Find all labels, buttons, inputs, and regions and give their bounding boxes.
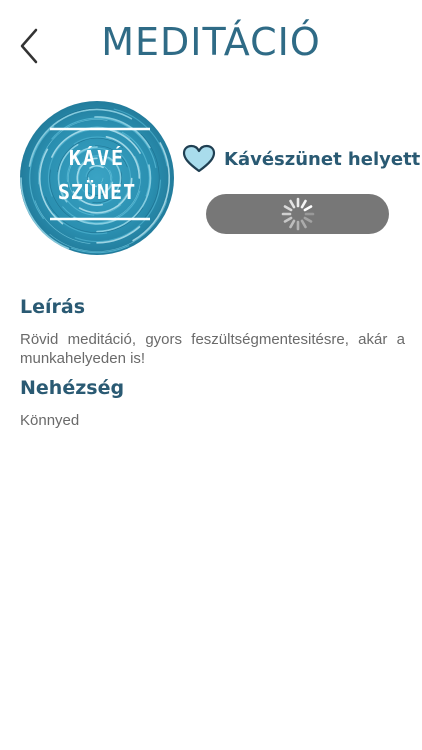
page-title: MEDITÁCIÓ (101, 20, 321, 64)
track-title: Kávészünet helyett (224, 148, 421, 170)
cover-text-line1: KÁVÉ (69, 146, 125, 170)
play-button[interactable] (206, 194, 389, 234)
difficulty-heading: Nehézség (20, 377, 125, 399)
heart-outline-icon[interactable] (182, 144, 216, 174)
difficulty-value: Könnyed (20, 412, 80, 429)
cover-image: KÁVÉ SZÜNET (20, 101, 174, 255)
description-heading: Leírás (20, 296, 86, 318)
cover-text-line2: SZÜNET (58, 180, 136, 204)
header: MEDITÁCIÓ (0, 0, 422, 95)
track-row: Kávészünet helyett (182, 143, 421, 175)
description-text: Rövid meditáció, gyors feszültségmentesi… (20, 331, 405, 367)
spinner-icon (281, 197, 314, 231)
